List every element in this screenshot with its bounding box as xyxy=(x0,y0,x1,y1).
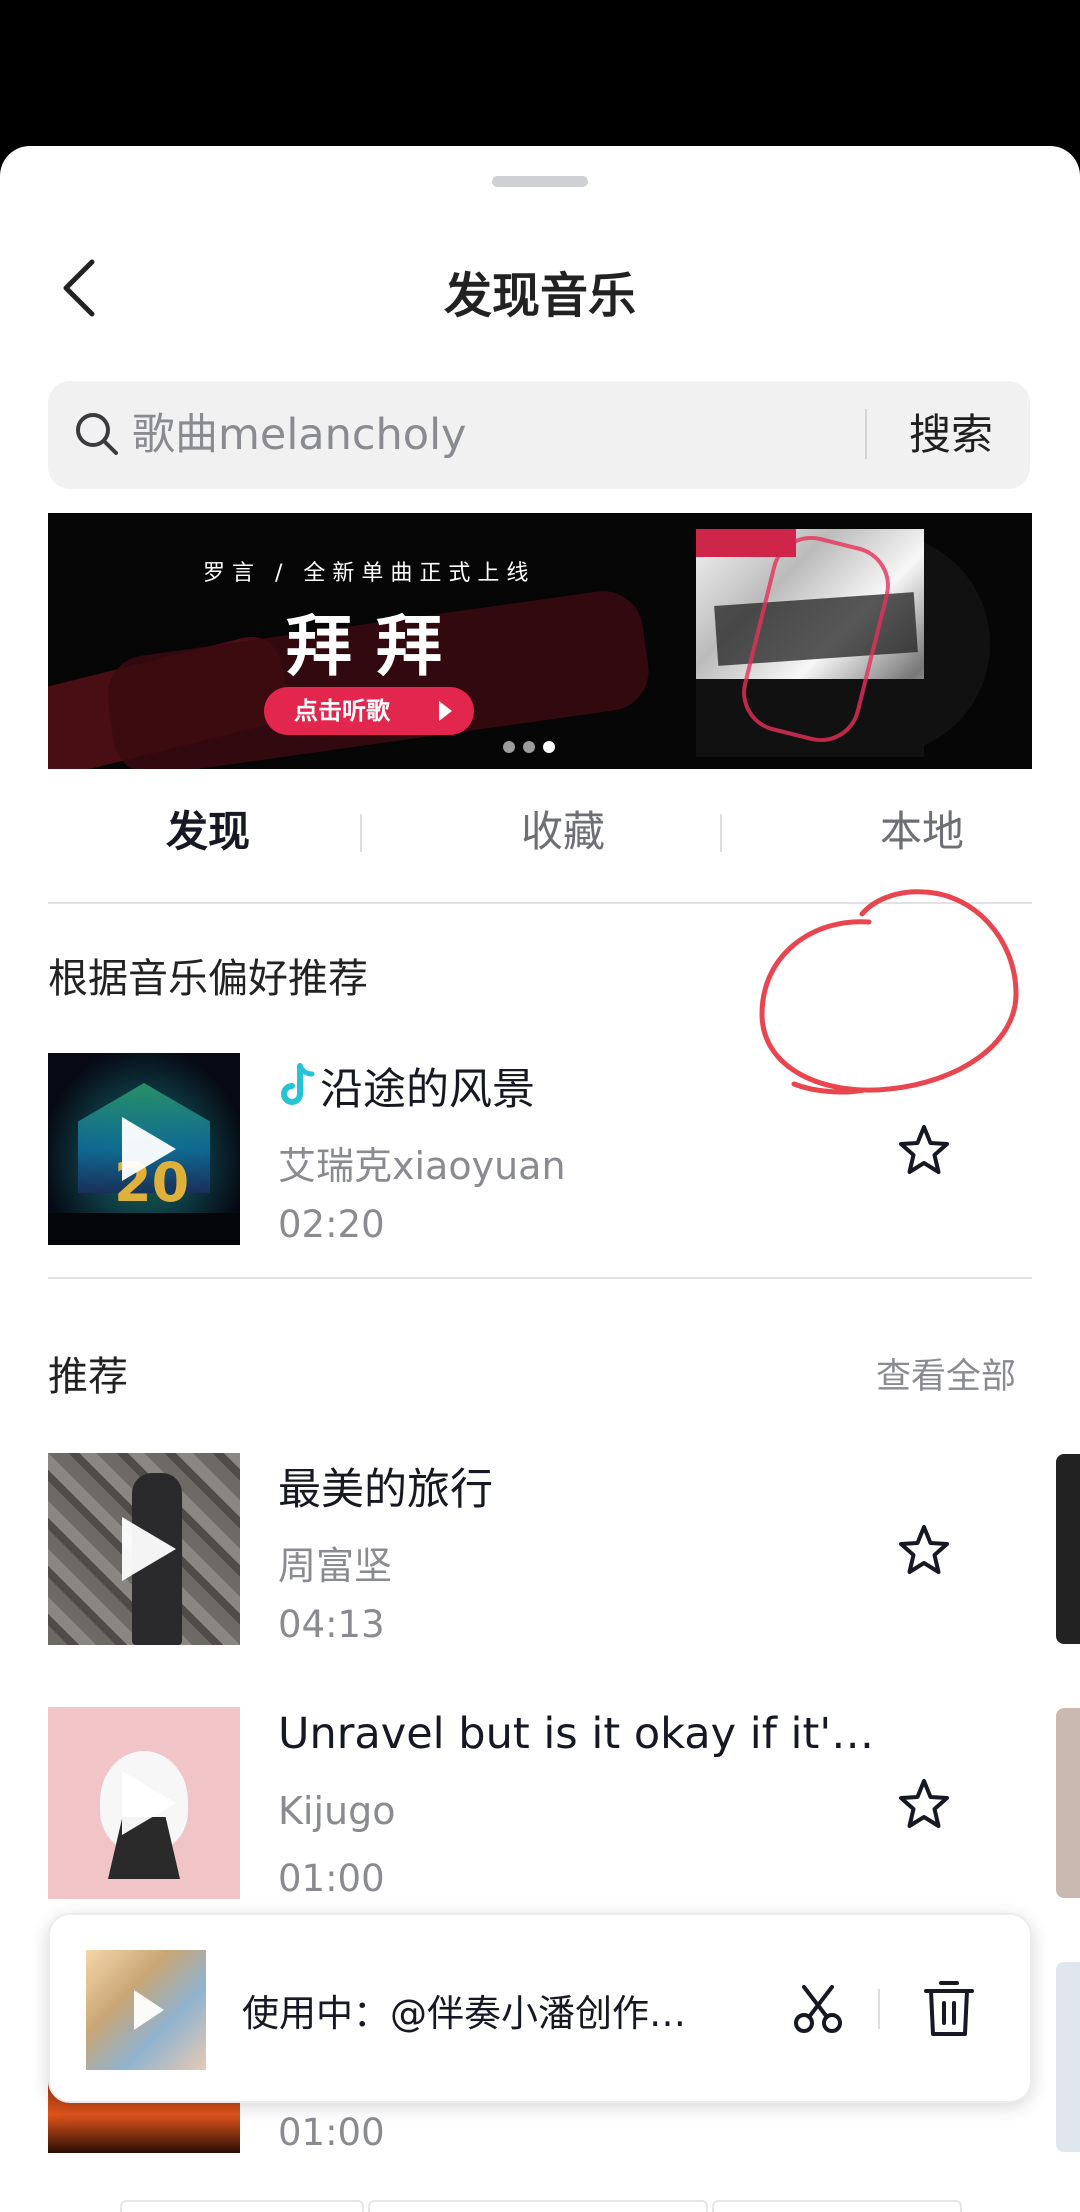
song-artist: 艾瑞克xiaoyuan xyxy=(278,1144,566,1188)
tab-bar: 发现 收藏 本地 xyxy=(48,774,1032,906)
song-cover[interactable]: 20 xyxy=(48,1053,240,1245)
next-card-peek xyxy=(1056,1708,1080,1898)
now-playing-text: 使用中：@伴奏小潘创作… xyxy=(242,1992,686,2035)
favorite-star-icon[interactable] xyxy=(896,1523,952,1579)
bottom-placeholder xyxy=(368,2200,708,2212)
song-title: 沿途的风景 xyxy=(278,1055,535,1117)
sheet-grabber[interactable] xyxy=(492,176,588,187)
song-item[interactable]: 20 沿途的风景 艾瑞克xiaoyuan 02:20 xyxy=(48,1053,1032,1246)
favorite-star-icon[interactable] xyxy=(896,1777,952,1833)
now-playing-cover[interactable] xyxy=(86,1950,206,2070)
now-playing-divider xyxy=(878,1989,880,2029)
page-dot[interactable] xyxy=(523,741,535,753)
song-item[interactable]: Unravel but is it okay if it'… Kijugo 01… xyxy=(48,1707,1032,1900)
song-artist: Kijugo xyxy=(278,1789,396,1833)
play-icon xyxy=(134,1990,164,2030)
scissors-icon[interactable] xyxy=(790,1981,846,2037)
song-title-text: 沿途的风景 xyxy=(320,1065,535,1115)
page-title: 发现音乐 xyxy=(443,268,636,324)
tiktok-music-icon xyxy=(281,1063,315,1105)
promo-banner[interactable]: 罗言 / 全新单曲正式上线 拜拜 点击听歌 xyxy=(48,513,1032,769)
song-title: Unravel but is it okay if it'… xyxy=(278,1709,875,1759)
song-cover[interactable] xyxy=(48,1453,240,1645)
favorite-star-icon[interactable] xyxy=(896,1123,952,1179)
tab-favorites[interactable]: 收藏 xyxy=(362,774,764,890)
tab-discover[interactable]: 发现 xyxy=(48,774,368,890)
song-duration: 01:00 xyxy=(278,1857,385,1900)
tabs-divider xyxy=(48,902,1032,904)
song-duration: 04:13 xyxy=(278,1603,385,1646)
bottom-placeholder xyxy=(712,2200,962,2212)
next-card-peek xyxy=(1056,1454,1080,1644)
album-art xyxy=(696,529,924,757)
see-all-link[interactable]: 查看全部 xyxy=(876,1348,1016,1399)
page-dot[interactable] xyxy=(503,741,515,753)
tab-local[interactable]: 本地 xyxy=(722,774,1080,890)
song-cover[interactable] xyxy=(48,1707,240,1899)
song-duration: 02:20 xyxy=(278,1203,385,1246)
search-divider xyxy=(865,409,867,459)
play-icon xyxy=(122,1517,176,1581)
next-card-peek xyxy=(1056,1962,1080,2152)
song-item[interactable]: 最美的旅行 周富坚 04:13 xyxy=(48,1453,1032,1646)
song-title: 最美的旅行 xyxy=(278,1465,493,1515)
song-duration: 01:00 xyxy=(278,2111,385,2154)
search-input[interactable] xyxy=(132,405,892,465)
search-bar[interactable]: 搜索 xyxy=(48,381,1030,489)
music-sheet: 发现音乐 搜索 罗言 / 全新单曲正式上线 拜拜 点击听歌 发现 收藏 本地 xyxy=(0,146,1080,2212)
bottom-placeholder xyxy=(120,2200,364,2212)
section-divider xyxy=(48,1277,1032,1279)
now-playing-bar[interactable]: 使用中：@伴奏小潘创作… xyxy=(48,1913,1032,2103)
trash-icon[interactable] xyxy=(922,1979,976,2039)
play-icon xyxy=(122,1771,176,1835)
recommend-section-title: 推荐 xyxy=(48,1354,128,1400)
banner-subtitle: 罗言 / 全新单曲正式上线 xyxy=(203,561,536,586)
play-icon xyxy=(122,1117,176,1181)
preference-section-title: 根据音乐偏好推荐 xyxy=(48,956,368,1002)
banner-title: 拜拜 xyxy=(286,608,466,685)
song-artist: 周富坚 xyxy=(278,1544,393,1588)
page-dot-active[interactable] xyxy=(543,741,555,753)
search-button[interactable]: 搜索 xyxy=(872,381,1030,489)
banner-listen-button[interactable]: 点击听歌 xyxy=(264,687,474,735)
search-icon xyxy=(76,413,118,455)
